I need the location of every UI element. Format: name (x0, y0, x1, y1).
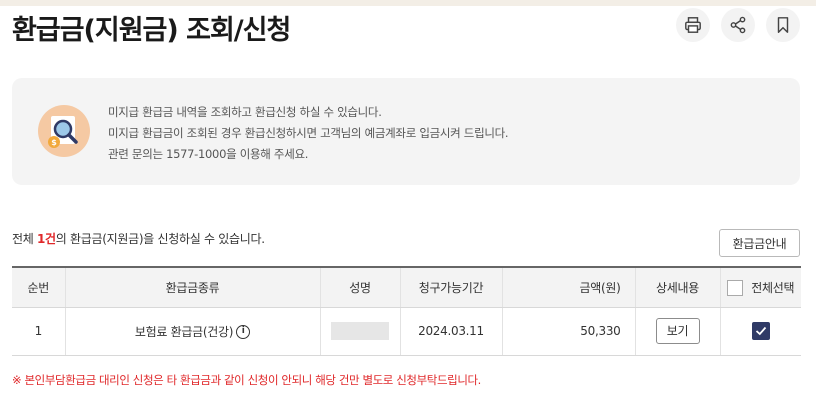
money-search-icon: $ (38, 105, 90, 157)
row-amount: 50,330 (501, 307, 635, 356)
row-select-checkbox[interactable] (751, 322, 770, 340)
share-icon (730, 16, 746, 34)
top-accent-line (0, 0, 816, 6)
col-header-select-all: 전체선택 (719, 266, 801, 308)
info-circle-icon[interactable]: i (236, 325, 251, 339)
info-box: $ 미지급 환급금 내역을 조회하고 환급신청 하실 수 있습니다. 미지급 환… (12, 78, 800, 185)
col-header-no: 순번 (12, 266, 65, 308)
refund-count-summary: 전체 1건의 환급금(지원금)을 신청하실 수 있습니다. (12, 232, 265, 246)
col-header-amount: 금액(원) (501, 266, 635, 308)
refund-type-label: 보험료 환급금(건강) (134, 324, 234, 339)
svg-text:$: $ (51, 138, 57, 147)
proxy-application-notice: ※ 본인부담환급금 대리인 신청은 타 환급금과 같이 신청이 안되니 해당 건… (12, 373, 481, 387)
refund-guide-button[interactable]: 환급금안내 (719, 229, 800, 257)
share-button[interactable] (721, 8, 755, 42)
row-period: 2024.03.11 (399, 307, 502, 356)
printer-icon (685, 17, 701, 33)
page-title: 환급금(지원금) 조회/신청 (12, 15, 291, 46)
select-all-checkbox[interactable] (727, 280, 744, 296)
bookmark-button[interactable] (766, 8, 800, 42)
checkmark-icon (755, 326, 766, 336)
row-select (719, 307, 801, 356)
col-header-type: 환급금종류 (64, 266, 320, 308)
row-name (319, 307, 400, 356)
bookmark-icon (777, 17, 789, 33)
col-header-detail: 상세내용 (634, 266, 720, 308)
masked-name (331, 322, 389, 340)
print-button[interactable] (676, 8, 710, 42)
row-no: 1 (12, 307, 65, 356)
info-line-1: 미지급 환급금 내역을 조회하고 환급신청 하실 수 있습니다. (108, 105, 382, 119)
select-all-label[interactable]: 전체선택 (751, 281, 794, 295)
row-type: 보험료 환급금(건강) i (64, 307, 320, 356)
view-detail-button[interactable]: 보기 (655, 318, 700, 344)
row-detail: 보기 (634, 307, 720, 356)
refund-count: 1건 (37, 232, 56, 246)
col-header-name: 성명 (319, 266, 400, 308)
info-line-3: 관련 문의는 1577-1000을 이용해 주세요. (108, 147, 309, 161)
info-line-2: 미지급 환급금이 조회된 경우 환급신청하시면 고객님의 예금계좌로 입금시켜 … (108, 126, 509, 140)
table-row: 1 보험료 환급금(건강) i 2024.03.11 50,330 보기 (12, 307, 801, 356)
col-header-period: 청구가능기간 (399, 266, 502, 308)
refund-table: 순번 환급금종류 성명 청구가능기간 금액(원) 상세내용 전체선택 1 보험료… (12, 266, 801, 356)
table-header-row: 순번 환급금종류 성명 청구가능기간 금액(원) 상세내용 전체선택 (12, 266, 801, 308)
